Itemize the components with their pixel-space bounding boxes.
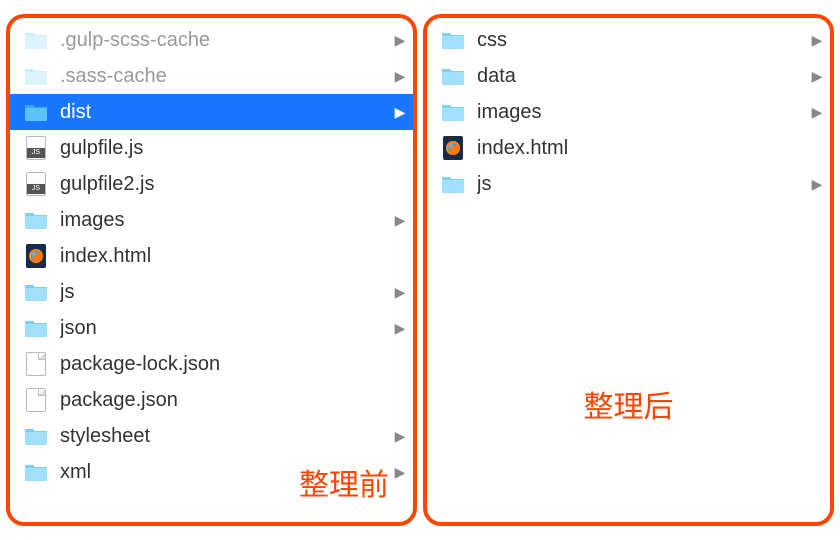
file-item[interactable]: images ▶ bbox=[427, 94, 830, 130]
pane-after: css ▶ data ▶ images ▶ index.html js ▶ 整理后 bbox=[423, 14, 834, 526]
file-name: dist bbox=[60, 101, 381, 124]
chevron-right-icon: ▶ bbox=[810, 176, 824, 193]
folder-icon bbox=[24, 460, 48, 484]
file-item[interactable]: images ▶ bbox=[10, 202, 413, 238]
file-name: data bbox=[477, 65, 798, 88]
file-name: gulpfile2.js bbox=[60, 173, 381, 196]
chevron-right-icon: ▶ bbox=[393, 32, 407, 49]
file-item[interactable]: index.html bbox=[427, 130, 830, 166]
folder-icon bbox=[24, 316, 48, 340]
folder-icon bbox=[24, 208, 48, 232]
html-file-icon bbox=[441, 136, 465, 160]
chevron-right-icon: ▶ bbox=[393, 320, 407, 337]
file-item[interactable]: stylesheet ▶ bbox=[10, 418, 413, 454]
file-name: .sass-cache bbox=[60, 65, 381, 88]
file-item[interactable]: .gulp-scss-cache ▶ bbox=[10, 22, 413, 58]
file-name: package.json bbox=[60, 389, 381, 412]
folder-icon bbox=[441, 172, 465, 196]
label-before: 整理前 bbox=[299, 460, 389, 504]
folder-icon bbox=[441, 100, 465, 124]
file-icon bbox=[24, 352, 48, 376]
html-file-icon bbox=[24, 244, 48, 268]
file-list-left: .gulp-scss-cache ▶ .sass-cache ▶ dist ▶ gulpfi… bbox=[10, 18, 413, 490]
chevron-right-icon: ▶ bbox=[393, 212, 407, 229]
chevron-right-icon: ▶ bbox=[393, 68, 407, 85]
file-item[interactable]: index.html bbox=[10, 238, 413, 274]
file-name: stylesheet bbox=[60, 425, 381, 448]
file-item[interactable]: js ▶ bbox=[10, 274, 413, 310]
chevron-right-icon: ▶ bbox=[393, 428, 407, 445]
folder-icon bbox=[24, 100, 48, 124]
js-file-icon bbox=[24, 136, 48, 160]
file-item[interactable]: data ▶ bbox=[427, 58, 830, 94]
label-after: 整理后 bbox=[427, 382, 830, 426]
file-name: gulpfile.js bbox=[60, 137, 381, 160]
folder-icon bbox=[24, 28, 48, 52]
file-name: package-lock.json bbox=[60, 353, 381, 376]
folder-icon bbox=[24, 424, 48, 448]
folder-icon bbox=[24, 64, 48, 88]
file-item[interactable]: dist ▶ bbox=[10, 94, 413, 130]
file-name: .gulp-scss-cache bbox=[60, 29, 381, 52]
pane-before: .gulp-scss-cache ▶ .sass-cache ▶ dist ▶ gulpfi… bbox=[6, 14, 417, 526]
file-name: json bbox=[60, 317, 381, 340]
file-name: js bbox=[60, 281, 381, 304]
chevron-right-icon: ▶ bbox=[393, 284, 407, 301]
js-file-icon bbox=[24, 172, 48, 196]
file-name: css bbox=[477, 29, 798, 52]
folder-icon bbox=[441, 64, 465, 88]
file-name: js bbox=[477, 173, 798, 196]
chevron-right-icon: ▶ bbox=[393, 464, 407, 481]
file-list-right: css ▶ data ▶ images ▶ index.html js ▶ bbox=[427, 18, 830, 202]
chevron-right-icon: ▶ bbox=[810, 104, 824, 121]
chevron-right-icon: ▶ bbox=[810, 68, 824, 85]
file-name: images bbox=[477, 101, 798, 124]
chevron-right-icon: ▶ bbox=[810, 32, 824, 49]
file-item[interactable]: package-lock.json bbox=[10, 346, 413, 382]
file-item[interactable]: gulpfile.js bbox=[10, 130, 413, 166]
file-icon bbox=[24, 388, 48, 412]
file-item[interactable]: gulpfile2.js bbox=[10, 166, 413, 202]
file-name: images bbox=[60, 209, 381, 232]
file-item[interactable]: json ▶ bbox=[10, 310, 413, 346]
chevron-right-icon: ▶ bbox=[393, 104, 407, 121]
file-item[interactable]: css ▶ bbox=[427, 22, 830, 58]
file-item[interactable]: .sass-cache ▶ bbox=[10, 58, 413, 94]
file-name: index.html bbox=[60, 245, 381, 268]
file-item[interactable]: package.json bbox=[10, 382, 413, 418]
folder-icon bbox=[441, 28, 465, 52]
file-item[interactable]: js ▶ bbox=[427, 166, 830, 202]
file-name: index.html bbox=[477, 137, 798, 160]
folder-icon bbox=[24, 280, 48, 304]
